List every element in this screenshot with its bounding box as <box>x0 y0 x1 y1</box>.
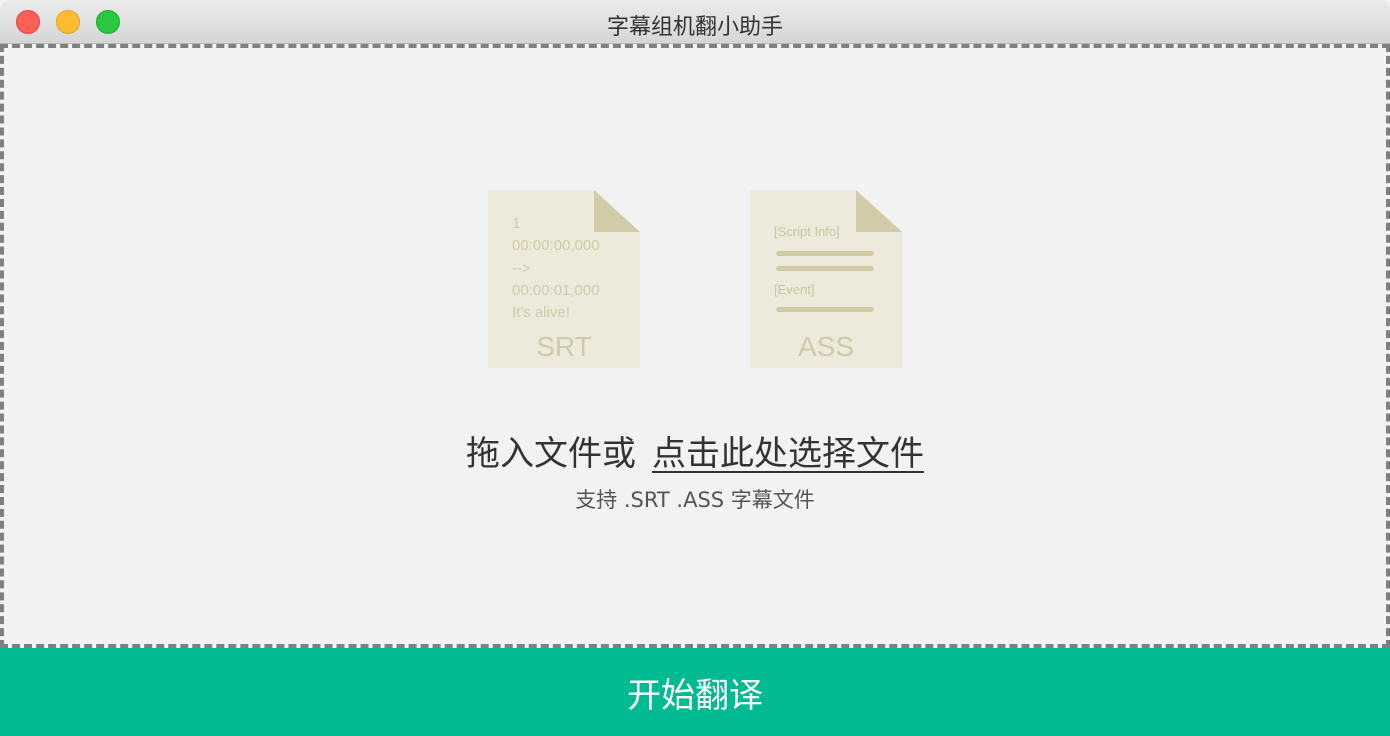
title-bar: 字幕组机翻小助手 <box>0 0 1390 44</box>
drop-prompt: 拖入文件或 点击此处选择文件 <box>4 426 1386 475</box>
ass-icon-line <box>776 266 874 271</box>
ass-file-icon: [Script Info] [Event] ASS <box>750 190 902 368</box>
ass-icon-label: ASS <box>798 331 854 362</box>
file-drop-zone[interactable]: 1 00:00:00,000 --> 00:00:01,000 It's ali… <box>0 44 1390 648</box>
ass-icon-section-event: [Event] <box>774 282 814 297</box>
srt-icon-line: It's alive! <box>512 304 570 321</box>
srt-icon-line: 00:00:01,000 <box>512 282 600 299</box>
srt-icon-label: SRT <box>536 331 592 362</box>
window-title: 字幕组机翻小助手 <box>606 15 783 40</box>
srt-icon-line: 1 <box>512 215 520 232</box>
ass-icon-line <box>776 251 874 256</box>
srt-icon-line: --> <box>512 260 531 277</box>
supported-formats-hint: 支持 .SRT .ASS 字幕文件 <box>575 488 815 512</box>
srt-file-icon: 1 00:00:00,000 --> 00:00:01,000 It's ali… <box>488 190 640 368</box>
ass-icon-line <box>776 307 874 312</box>
select-file-link[interactable]: 点击此处选择文件 <box>652 434 924 474</box>
start-translation-button[interactable]: 开始翻译 <box>0 648 1390 736</box>
drop-prompt-prefix: 拖入文件或 <box>466 434 636 474</box>
ass-icon-section-script-info: [Script Info] <box>774 224 840 239</box>
srt-icon-line: 00:00:00,000 <box>512 237 600 254</box>
